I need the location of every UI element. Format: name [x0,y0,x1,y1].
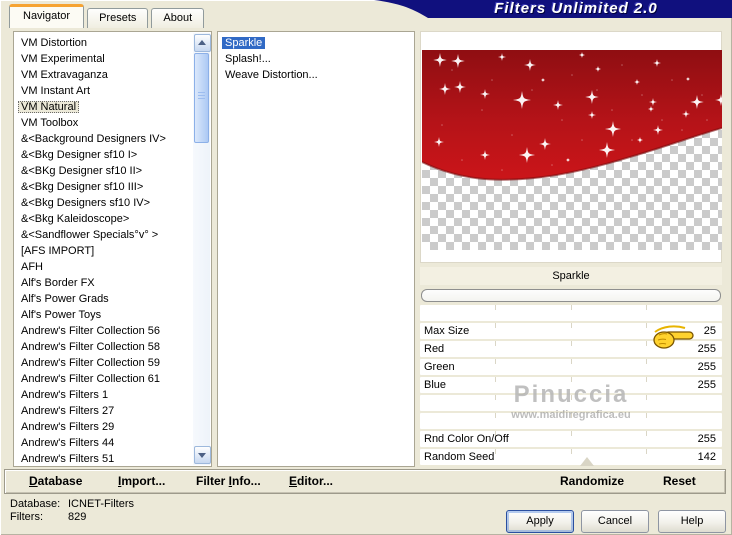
parameter-slider[interactable]: Green 255 [420,359,722,375]
filter-list-item[interactable]: Weave Distortion... [218,67,414,83]
selected-filter-caption: Sparkle [420,267,722,285]
category-list-item[interactable]: &<Sandflower Specials°v° > [14,227,211,243]
category-list-item[interactable]: Alf's Border FX [14,275,211,291]
category-list-item[interactable]: Andrew's Filters 29 [14,419,211,435]
randomize-button[interactable]: Randomize [560,470,624,493]
category-list-item[interactable]: VM Extravaganza [14,67,211,83]
preview-panel: Sparkle Max Size 25 Red 255 Green 255 Bl… [420,31,724,466]
category-list-item[interactable]: Andrew's Filters 1 [14,387,211,403]
slider-label [420,307,424,319]
slider-label: Max Size [424,325,470,337]
category-list-item[interactable]: &<Bkg Designer sf10 I> [14,147,211,163]
slider-label: Red [424,343,445,355]
category-list-item[interactable]: VM Natural [14,99,211,115]
parameter-slider[interactable] [420,395,722,411]
category-list-item[interactable]: &<Background Designers IV> [14,131,211,147]
scroll-up-icon[interactable] [194,34,211,52]
status-area: Database: ICNET-Filters Filters: 829 [10,498,134,524]
filters-count-value: 829 [68,511,87,523]
slider-value: 255 [697,379,716,391]
filter-list-item[interactable]: Sparkle [218,35,414,51]
filter-items: Sparkle Splash!... Weave Distortion... [218,32,414,83]
slider-value: 255 [697,343,716,355]
preview-box [420,31,722,263]
category-list-item[interactable]: &<Bkg Kaleidoscope> [14,211,211,227]
slider-thumb-icon[interactable] [580,457,594,466]
tab[interactable]: Presets [87,8,149,28]
tab[interactable]: Navigator [9,4,85,28]
category-scrollbar[interactable] [193,33,211,465]
category-list-item[interactable]: [AFS IMPORT] [14,243,211,259]
filters-count-label: Filters: [10,511,43,523]
category-items: VM Distortion VM Experimental VM Extravaga… [14,32,211,467]
parameter-slider[interactable]: Red 255 [420,341,722,357]
category-list-item[interactable]: VM Experimental [14,51,211,67]
category-listbox[interactable]: VM Distortion VM Experimental VM Extravaga… [13,31,212,467]
slider-label: Green [424,361,455,373]
category-list-item[interactable]: &<Bkg Designer sf10 III> [14,179,211,195]
app-title: Filters Unlimited 2.0 [494,0,658,17]
cancel-button[interactable]: Cancel [581,510,649,533]
slider-value: 255 [697,433,716,445]
slider-label: Rnd Color On/Off [424,433,509,445]
parameter-slider[interactable] [420,305,722,321]
slider-label [420,397,424,409]
category-list-item[interactable]: Andrew's Filter Collection 58 [14,339,211,355]
database-status-label: Database: [10,498,61,510]
parameter-slider[interactable]: Max Size 25 [420,323,722,339]
toolbar: Database Import... Filter Info... Editor… [4,469,726,494]
editor-button[interactable]: Editor... [289,470,333,493]
database-status-value: ICNET-Filters [68,498,134,510]
category-list-item[interactable]: Alf's Power Toys [14,307,211,323]
category-list-item[interactable]: Andrew's Filter Collection 56 [14,323,211,339]
parameter-slider[interactable]: Random Seed 142 [420,449,722,465]
slider-label [420,415,424,427]
category-list-item[interactable]: VM Instant Art [14,83,211,99]
preview-image [422,50,722,250]
category-list-item[interactable]: AFH [14,259,211,275]
progress-bar [421,289,721,302]
sparkle-layer [422,50,722,181]
reset-button[interactable]: Reset [663,470,696,493]
apply-button[interactable]: Apply [506,510,574,533]
category-list-item[interactable]: Andrew's Filter Collection 61 [14,371,211,387]
tab[interactable]: About [151,8,205,28]
scroll-down-icon[interactable] [194,446,211,464]
database-button[interactable]: Database [29,470,82,493]
category-list-item[interactable]: Andrew's Filters 44 [14,435,211,451]
parameter-slider[interactable] [420,413,722,429]
tab-bar: Navigator Presets About [9,4,205,28]
category-list-item[interactable]: VM Toolbox [14,115,211,131]
parameter-slider[interactable]: Rnd Color On/Off 255 [420,431,722,447]
slider-value: 25 [703,325,716,337]
slider-label: Blue [424,379,447,391]
category-list-item[interactable]: Andrew's Filters 51 [14,451,211,467]
filter-listbox[interactable]: Sparkle Splash!... Weave Distortion... [217,31,415,467]
category-list-item[interactable]: &<Bkg Designers sf10 IV> [14,195,211,211]
filter-info-button[interactable]: Filter Info... [196,470,261,493]
category-list-item[interactable]: Andrew's Filter Collection 59 [14,355,211,371]
parameter-slider[interactable]: Blue 255 [420,377,722,393]
category-list-item[interactable]: &<BKg Designer sf10 II> [14,163,211,179]
filters-unlimited-dialog: Filters Unlimited 2.0 Navigator Presets Ab… [0,0,732,535]
parameter-sliders: Max Size 25 Red 255 Green 255 Blue 255 R… [420,305,722,467]
slider-value: 255 [697,361,716,373]
category-list-item[interactable]: VM Distortion [14,35,211,51]
slider-label: Random Seed [424,451,495,463]
scrollbar-thumb[interactable] [194,53,209,143]
help-button[interactable]: Help [658,510,726,533]
import-button[interactable]: Import... [118,470,165,493]
category-list-item[interactable]: Alf's Power Grads [14,291,211,307]
category-list-item[interactable]: Andrew's Filters 27 [14,403,211,419]
slider-value: 142 [697,451,716,463]
filter-list-item[interactable]: Splash!... [218,51,414,67]
